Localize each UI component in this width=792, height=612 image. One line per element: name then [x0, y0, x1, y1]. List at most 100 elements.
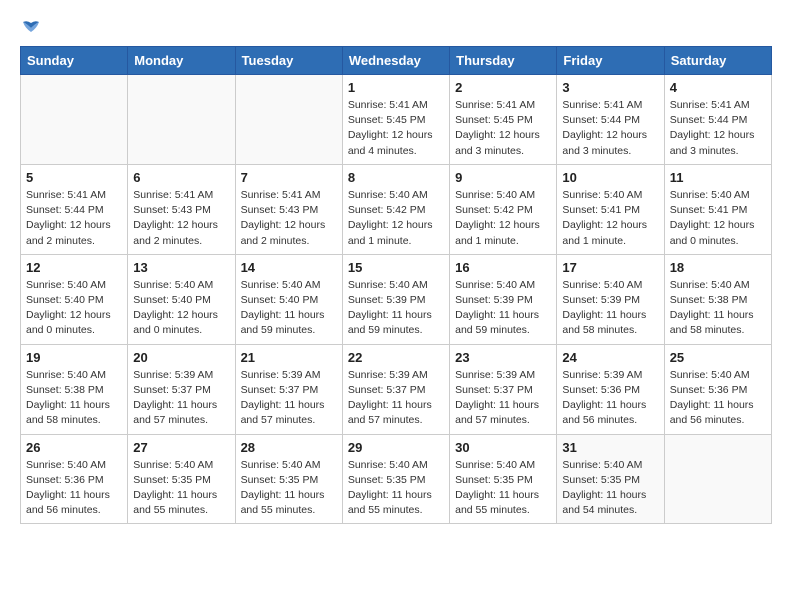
calendar-week-row: 12 Sunrise: 5:40 AM Sunset: 5:40 PM Dayli… [21, 254, 772, 344]
day-number: 16 [455, 260, 551, 275]
day-info: Sunrise: 5:40 AM Sunset: 5:40 PM Dayligh… [241, 278, 337, 339]
calendar-day-cell: 2 Sunrise: 5:41 AM Sunset: 5:45 PM Daylig… [450, 75, 557, 165]
day-info: Sunrise: 5:40 AM Sunset: 5:35 PM Dayligh… [133, 458, 229, 519]
calendar-table: SundayMondayTuesdayWednesdayThursdayFrid… [20, 46, 772, 524]
day-info: Sunrise: 5:40 AM Sunset: 5:40 PM Dayligh… [133, 278, 229, 339]
calendar-day-cell: 15Sunrise: 5:40 AM Sunset: 5:39 PM Dayli… [342, 254, 449, 344]
day-info: Sunrise: 5:40 AM Sunset: 5:35 PM Dayligh… [562, 458, 658, 519]
day-number: 30 [455, 440, 551, 455]
day-info: Sunrise: 5:39 AM Sunset: 5:36 PM Dayligh… [562, 368, 658, 429]
day-info: Sunrise: 5:40 AM Sunset: 5:40 PM Dayligh… [26, 278, 122, 339]
day-number: 5 [26, 170, 122, 185]
day-info: Sunrise: 5:41 AM Sunset: 5:45 PM Dayligh… [348, 98, 444, 159]
day-number: 26 [26, 440, 122, 455]
calendar-day-cell: 27 Sunrise: 5:40 AM Sunset: 5:35 PM Dayli… [128, 434, 235, 524]
day-info: Sunrise: 5:40 AM Sunset: 5:38 PM Dayligh… [670, 278, 766, 339]
day-of-week-header: Wednesday [342, 47, 449, 75]
day-number: 24 [562, 350, 658, 365]
day-number: 8 [348, 170, 444, 185]
day-of-week-header: Tuesday [235, 47, 342, 75]
calendar-day-cell [235, 75, 342, 165]
day-info: Sunrise: 5:39 AM Sunset: 5:37 PM Dayligh… [348, 368, 444, 429]
day-info: Sunrise: 5:40 AM Sunset: 5:39 PM Dayligh… [455, 278, 551, 339]
day-info: Sunrise: 5:41 AM Sunset: 5:43 PM Dayligh… [241, 188, 337, 249]
day-info: Sunrise: 5:40 AM Sunset: 5:39 PM Dayligh… [562, 278, 658, 339]
calendar-week-row: 19 Sunrise: 5:40 AM Sunset: 5:38 PM Dayli… [21, 344, 772, 434]
calendar-day-cell [664, 434, 771, 524]
calendar-day-cell: 4Sunrise: 5:41 AM Sunset: 5:44 PM Daylig… [664, 75, 771, 165]
calendar-day-cell: 17 Sunrise: 5:40 AM Sunset: 5:39 PM Dayli… [557, 254, 664, 344]
calendar-day-cell: 29 Sunrise: 5:40 AM Sunset: 5:35 PM Dayli… [342, 434, 449, 524]
day-info: Sunrise: 5:40 AM Sunset: 5:42 PM Dayligh… [348, 188, 444, 249]
day-number: 12 [26, 260, 122, 275]
day-info: Sunrise: 5:39 AM Sunset: 5:37 PM Dayligh… [241, 368, 337, 429]
day-info: Sunrise: 5:40 AM Sunset: 5:41 PM Dayligh… [562, 188, 658, 249]
day-of-week-header: Saturday [664, 47, 771, 75]
calendar-day-cell: 18 Sunrise: 5:40 AM Sunset: 5:38 PM Dayli… [664, 254, 771, 344]
calendar-day-cell: 31 Sunrise: 5:40 AM Sunset: 5:35 PM Dayli… [557, 434, 664, 524]
calendar-day-cell: 22Sunrise: 5:39 AM Sunset: 5:37 PM Dayli… [342, 344, 449, 434]
day-info: Sunrise: 5:41 AM Sunset: 5:45 PM Dayligh… [455, 98, 551, 159]
day-number: 31 [562, 440, 658, 455]
calendar-day-cell [128, 75, 235, 165]
calendar-header-row: SundayMondayTuesdayWednesdayThursdayFrid… [21, 47, 772, 75]
day-info: Sunrise: 5:40 AM Sunset: 5:42 PM Dayligh… [455, 188, 551, 249]
day-info: Sunrise: 5:40 AM Sunset: 5:35 PM Dayligh… [241, 458, 337, 519]
calendar-week-row: 26Sunrise: 5:40 AM Sunset: 5:36 PM Dayli… [21, 434, 772, 524]
day-info: Sunrise: 5:40 AM Sunset: 5:38 PM Dayligh… [26, 368, 122, 429]
calendar-day-cell: 9 Sunrise: 5:40 AM Sunset: 5:42 PM Daylig… [450, 164, 557, 254]
day-number: 11 [670, 170, 766, 185]
day-number: 1 [348, 80, 444, 95]
day-info: Sunrise: 5:41 AM Sunset: 5:44 PM Dayligh… [26, 188, 122, 249]
day-number: 2 [455, 80, 551, 95]
calendar-day-cell: 13 Sunrise: 5:40 AM Sunset: 5:40 PM Dayli… [128, 254, 235, 344]
calendar-day-cell: 21 Sunrise: 5:39 AM Sunset: 5:37 PM Dayli… [235, 344, 342, 434]
calendar-day-cell: 30 Sunrise: 5:40 AM Sunset: 5:35 PM Dayli… [450, 434, 557, 524]
day-of-week-header: Sunday [21, 47, 128, 75]
calendar-day-cell: 11 Sunrise: 5:40 AM Sunset: 5:41 PM Dayli… [664, 164, 771, 254]
day-number: 29 [348, 440, 444, 455]
day-number: 19 [26, 350, 122, 365]
day-of-week-header: Monday [128, 47, 235, 75]
calendar-day-cell: 19 Sunrise: 5:40 AM Sunset: 5:38 PM Dayli… [21, 344, 128, 434]
day-info: Sunrise: 5:41 AM Sunset: 5:44 PM Dayligh… [562, 98, 658, 159]
day-number: 27 [133, 440, 229, 455]
calendar-day-cell: 1 Sunrise: 5:41 AM Sunset: 5:45 PM Daylig… [342, 75, 449, 165]
calendar-day-cell: 28 Sunrise: 5:40 AM Sunset: 5:35 PM Dayli… [235, 434, 342, 524]
day-number: 7 [241, 170, 337, 185]
day-of-week-header: Thursday [450, 47, 557, 75]
calendar-day-cell: 10 Sunrise: 5:40 AM Sunset: 5:41 PM Dayli… [557, 164, 664, 254]
calendar-week-row: 1 Sunrise: 5:41 AM Sunset: 5:45 PM Daylig… [21, 75, 772, 165]
day-number: 9 [455, 170, 551, 185]
day-number: 10 [562, 170, 658, 185]
calendar-day-cell: 20Sunrise: 5:39 AM Sunset: 5:37 PM Dayli… [128, 344, 235, 434]
day-info: Sunrise: 5:39 AM Sunset: 5:37 PM Dayligh… [455, 368, 551, 429]
calendar-day-cell: 23 Sunrise: 5:39 AM Sunset: 5:37 PM Dayli… [450, 344, 557, 434]
day-number: 18 [670, 260, 766, 275]
day-number: 28 [241, 440, 337, 455]
day-number: 25 [670, 350, 766, 365]
day-number: 13 [133, 260, 229, 275]
day-number: 21 [241, 350, 337, 365]
logo-bird-icon [21, 20, 41, 36]
calendar-day-cell [21, 75, 128, 165]
calendar-day-cell: 16 Sunrise: 5:40 AM Sunset: 5:39 PM Dayli… [450, 254, 557, 344]
day-info: Sunrise: 5:41 AM Sunset: 5:44 PM Dayligh… [670, 98, 766, 159]
day-info: Sunrise: 5:41 AM Sunset: 5:43 PM Dayligh… [133, 188, 229, 249]
day-number: 17 [562, 260, 658, 275]
day-info: Sunrise: 5:40 AM Sunset: 5:35 PM Dayligh… [348, 458, 444, 519]
day-info: Sunrise: 5:40 AM Sunset: 5:35 PM Dayligh… [455, 458, 551, 519]
calendar-day-cell: 7 Sunrise: 5:41 AM Sunset: 5:43 PM Daylig… [235, 164, 342, 254]
calendar-day-cell: 5 Sunrise: 5:41 AM Sunset: 5:44 PM Daylig… [21, 164, 128, 254]
calendar-day-cell: 8 Sunrise: 5:40 AM Sunset: 5:42 PM Daylig… [342, 164, 449, 254]
day-number: 15 [348, 260, 444, 275]
day-number: 6 [133, 170, 229, 185]
day-number: 23 [455, 350, 551, 365]
calendar-day-cell: 26Sunrise: 5:40 AM Sunset: 5:36 PM Dayli… [21, 434, 128, 524]
calendar-day-cell: 12 Sunrise: 5:40 AM Sunset: 5:40 PM Dayli… [21, 254, 128, 344]
day-info: Sunrise: 5:40 AM Sunset: 5:41 PM Dayligh… [670, 188, 766, 249]
day-info: Sunrise: 5:39 AM Sunset: 5:37 PM Dayligh… [133, 368, 229, 429]
logo [20, 20, 42, 36]
day-of-week-header: Friday [557, 47, 664, 75]
day-number: 3 [562, 80, 658, 95]
